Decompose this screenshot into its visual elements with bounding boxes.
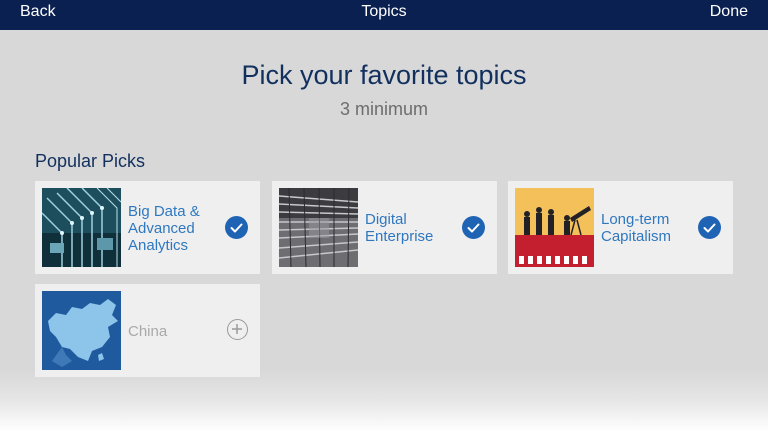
page-subtitle: 3 minimum [339, 99, 428, 119]
nav-title: Topics [361, 3, 407, 20]
businesspeople-telescope-image [515, 188, 594, 267]
topic-card-big-data[interactable]: Big Data & Advanced Analytics [35, 181, 260, 274]
topic-card-digital-enterprise[interactable]: Digital Enterprise [272, 181, 497, 274]
topic-label-digital-enterprise: Digital Enterprise [365, 211, 434, 245]
top-nav-bar: Back Topics Done [0, 0, 768, 30]
checkmark-icon[interactable] [698, 216, 721, 239]
done-button[interactable]: Done [710, 3, 748, 21]
topic-card-china[interactable]: China [35, 284, 260, 377]
checkmark-icon[interactable] [462, 216, 485, 239]
plus-icon[interactable] [227, 319, 248, 340]
circuit-board-image [42, 188, 121, 267]
checkmark-icon[interactable] [225, 216, 248, 239]
topic-label-big-data: Big Data & Advanced Analytics [128, 203, 200, 254]
server-rack-image [279, 188, 358, 267]
section-title-popular-picks: Popular Picks [35, 151, 146, 171]
page-title: Pick your favorite topics [241, 60, 527, 90]
topic-card-long-term-capitalism[interactable]: Long-term Capitalism [508, 181, 733, 274]
china-map-image [42, 291, 121, 370]
topic-label-china: China [128, 323, 168, 340]
topic-label-long-term-capitalism: Long-term Capitalism [601, 211, 672, 245]
